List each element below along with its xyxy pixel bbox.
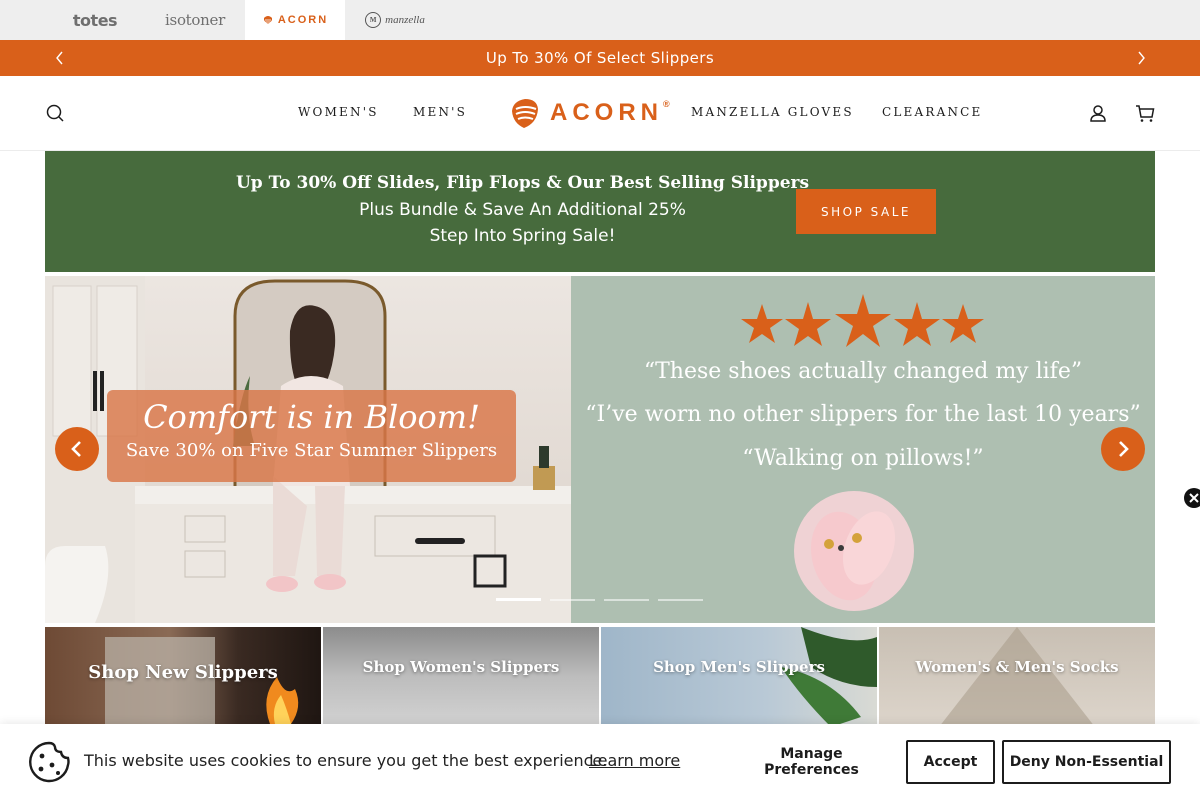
tile-label-womens-slippers: Shop Women's Slippers xyxy=(362,658,560,676)
star-icon xyxy=(741,304,783,343)
tile-label-new-slippers: Shop New Slippers xyxy=(88,662,278,683)
cart-icon[interactable] xyxy=(1134,102,1156,124)
brand-label-totes: totes xyxy=(72,10,118,30)
cookie-message: This website uses cookies to ensure you … xyxy=(84,751,608,770)
brand-tab-isotoner[interactable]: isotoner xyxy=(145,0,245,40)
brand-tab-acorn[interactable]: ACORN xyxy=(245,0,345,40)
tile-womens-slippers[interactable]: Shop Women's Slippers xyxy=(323,627,599,727)
site-header: WOMEN'S MEN'S ACORN® MANZELLA GLOVES CLE… xyxy=(0,76,1200,151)
announcement-text[interactable]: Up To 30% Of Select Slippers xyxy=(486,49,714,67)
brand-logo-manzella: M manzella xyxy=(365,12,425,28)
hero-caption[interactable]: Comfort is in Bloom! Save 30% on Five St… xyxy=(107,390,516,482)
accept-button[interactable]: Accept xyxy=(906,740,995,784)
testimonial-quote: “Walking on pillows!” xyxy=(742,446,984,471)
brand-label-acorn: ACORN xyxy=(277,14,329,26)
acorn-logo[interactable]: ACORN® xyxy=(510,96,670,130)
cookie-icon xyxy=(29,741,70,783)
manage-preferences-button[interactable]: Manage Preferences xyxy=(733,740,890,784)
logo-text: ACORN® xyxy=(550,99,670,127)
hero-next-button[interactable] xyxy=(1101,427,1145,471)
star-icon xyxy=(785,302,831,346)
slide-dot-1[interactable] xyxy=(496,598,541,601)
chevron-left-icon xyxy=(71,441,81,457)
brand-label-isotoner: isotoner xyxy=(165,11,225,29)
manzella-icon: M xyxy=(365,12,382,28)
announcement-bar: Up To 30% Of Select Slippers xyxy=(0,40,1200,76)
acorn-icon xyxy=(263,15,272,23)
nav-womens[interactable]: WOMEN'S xyxy=(298,105,379,119)
tile-socks[interactable]: Women's & Men's Socks xyxy=(879,627,1155,727)
close-icon xyxy=(1189,493,1199,503)
promo-banner: Up To 30% Off Slides, Flip Flops & Our B… xyxy=(45,151,1155,272)
hero-caption-title: Comfort is in Bloom! xyxy=(143,398,480,436)
tile-new-slippers[interactable]: Shop New Slippers xyxy=(45,627,321,727)
learn-more-link[interactable]: Learn more xyxy=(589,751,680,770)
hero-carousel: Comfort is in Bloom! Save 30% on Five St… xyxy=(45,276,1155,623)
chevron-right-icon[interactable] xyxy=(1131,48,1151,68)
star-icon xyxy=(894,302,940,346)
five-star-rating xyxy=(741,294,984,347)
hero-testimonials[interactable]: “These shoes actually changed my life” “… xyxy=(571,276,1155,623)
brand-logo-acorn: ACORN xyxy=(262,14,328,27)
shop-sale-button[interactable]: SHOP SALE xyxy=(796,189,936,234)
nav-clearance[interactable]: CLEARANCE xyxy=(882,105,983,119)
popup-close-button[interactable] xyxy=(1184,488,1200,508)
logo-registered-mark: ® xyxy=(663,99,670,109)
star-icon xyxy=(942,304,984,343)
hero-prev-button[interactable] xyxy=(55,427,99,471)
star-icon xyxy=(835,294,891,347)
nav-mens[interactable]: MEN'S xyxy=(413,105,467,119)
brand-bar: totes isotoner ACORN M manzella xyxy=(0,0,1200,40)
slipper-product-image xyxy=(794,491,914,611)
brand-tab-manzella[interactable]: M manzella xyxy=(345,0,445,40)
chevron-right-icon xyxy=(1119,441,1129,457)
brand-label-manzella: manzella xyxy=(385,14,425,26)
logo-wordmark: ACORN xyxy=(550,99,663,126)
slide-dot-3[interactable] xyxy=(604,599,649,601)
search-icon[interactable] xyxy=(44,102,66,124)
tent-image xyxy=(939,627,1095,727)
hero-photo-bathroom[interactable]: Comfort is in Bloom! Save 30% on Five St… xyxy=(45,276,571,623)
slide-dot-2[interactable] xyxy=(550,599,595,601)
acorn-logo-icon xyxy=(512,99,538,128)
plant-leaves-image xyxy=(781,627,877,727)
chevron-left-icon[interactable] xyxy=(50,48,70,68)
tile-mens-slippers[interactable]: Shop Men's Slippers xyxy=(601,627,877,727)
deny-non-essential-button[interactable]: Deny Non-Essential xyxy=(1002,740,1171,784)
slide-dot-4[interactable] xyxy=(658,599,703,601)
testimonial-quote: “I’ve worn no other slippers for the las… xyxy=(585,402,1141,427)
account-icon[interactable] xyxy=(1087,102,1109,124)
nav-manzella-gloves[interactable]: MANZELLA GLOVES xyxy=(691,105,854,119)
tile-label-mens-slippers: Shop Men's Slippers xyxy=(653,658,825,676)
brand-tab-totes[interactable]: totes xyxy=(45,0,145,40)
cookie-banner: This website uses cookies to ensure you … xyxy=(0,724,1200,800)
hero-caption-subtitle: Save 30% on Five Star Summer Slippers xyxy=(125,440,498,461)
testimonial-quote: “These shoes actually changed my life” xyxy=(643,359,1083,384)
tile-label-socks: Women's & Men's Socks xyxy=(915,658,1119,676)
